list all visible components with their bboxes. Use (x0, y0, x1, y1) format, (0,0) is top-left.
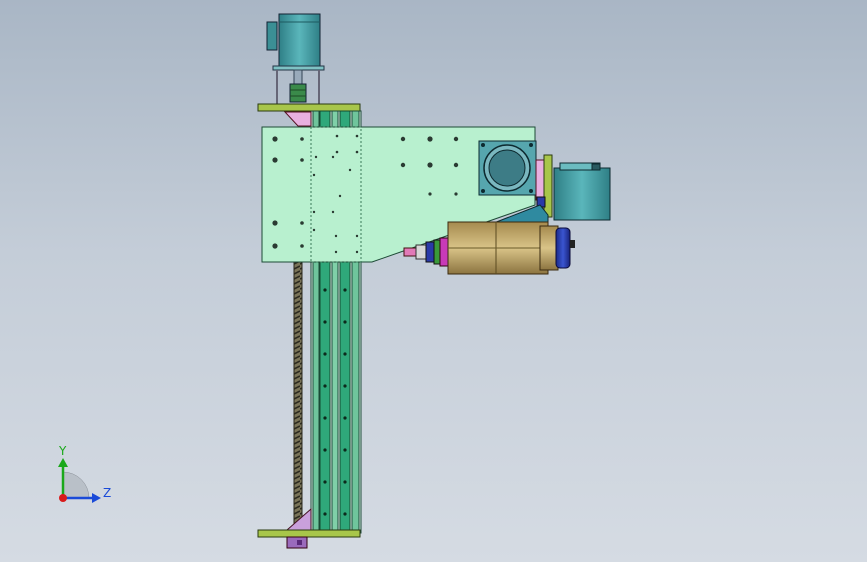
top-bracket (283, 111, 312, 127)
servo-motor-side[interactable] (535, 154, 611, 221)
top-mount-plate[interactable] (257, 103, 361, 112)
x-axis-dot-icon (59, 494, 67, 502)
cad-viewport[interactable]: Y Z (0, 0, 867, 562)
z-axis-label: Z (103, 486, 111, 500)
gearbox[interactable] (478, 140, 537, 196)
stepper-motor-top[interactable] (266, 13, 325, 71)
ball-screw[interactable] (293, 261, 303, 533)
y-axis-arrow-icon (58, 458, 68, 467)
axis-triad: Y Z (58, 444, 111, 503)
y-axis-label: Y (58, 444, 67, 458)
motor-coupling[interactable] (276, 69, 320, 105)
bottom-mount-plate[interactable] (257, 529, 361, 549)
z-axis-arrow-icon (92, 493, 101, 503)
cad-model-svg: Y Z (58, 13, 611, 549)
